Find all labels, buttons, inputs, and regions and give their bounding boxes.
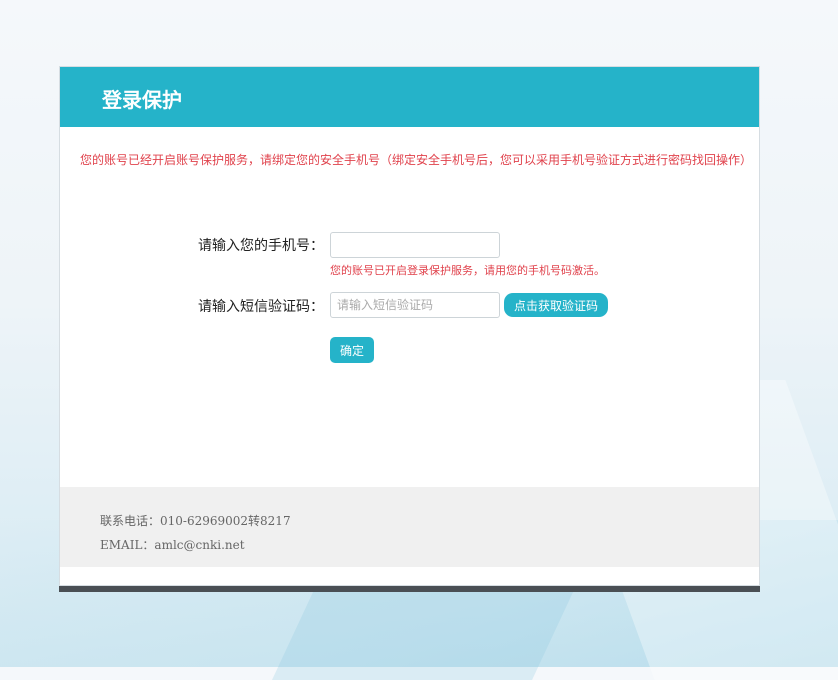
code-label: 请输入短信验证码： xyxy=(198,299,324,315)
login-protection-panel: 登录保护 您的账号已经开启账号保护服务，请绑定您的安全手机号（绑定安全手机号后，… xyxy=(59,66,760,586)
phone-hint: 您的账号已开启登录保护服务，请用您的手机号码激活。 xyxy=(330,264,605,277)
phone-label: 请输入您的手机号： xyxy=(198,238,324,254)
contact-email: EMAIL：amlc@cnki.net xyxy=(100,538,245,552)
get-sms-code-button[interactable]: 点击获取验证码 xyxy=(504,293,608,317)
footer: 联系电话：010-62969002转8217 EMAIL：amlc@cnki.n… xyxy=(60,487,759,567)
confirm-button[interactable]: 确定 xyxy=(330,337,374,363)
panel-bottom-bar xyxy=(59,586,760,592)
phone-input[interactable] xyxy=(330,232,500,258)
page-title: 登录保护 xyxy=(102,88,182,112)
contact-phone: 联系电话：010-62969002转8217 xyxy=(100,514,291,528)
panel-header: 登录保护 xyxy=(60,67,759,127)
protection-notice: 您的账号已经开启账号保护服务，请绑定您的安全手机号（绑定安全手机号后，您可以采用… xyxy=(80,153,753,167)
sms-code-input[interactable] xyxy=(330,292,500,318)
